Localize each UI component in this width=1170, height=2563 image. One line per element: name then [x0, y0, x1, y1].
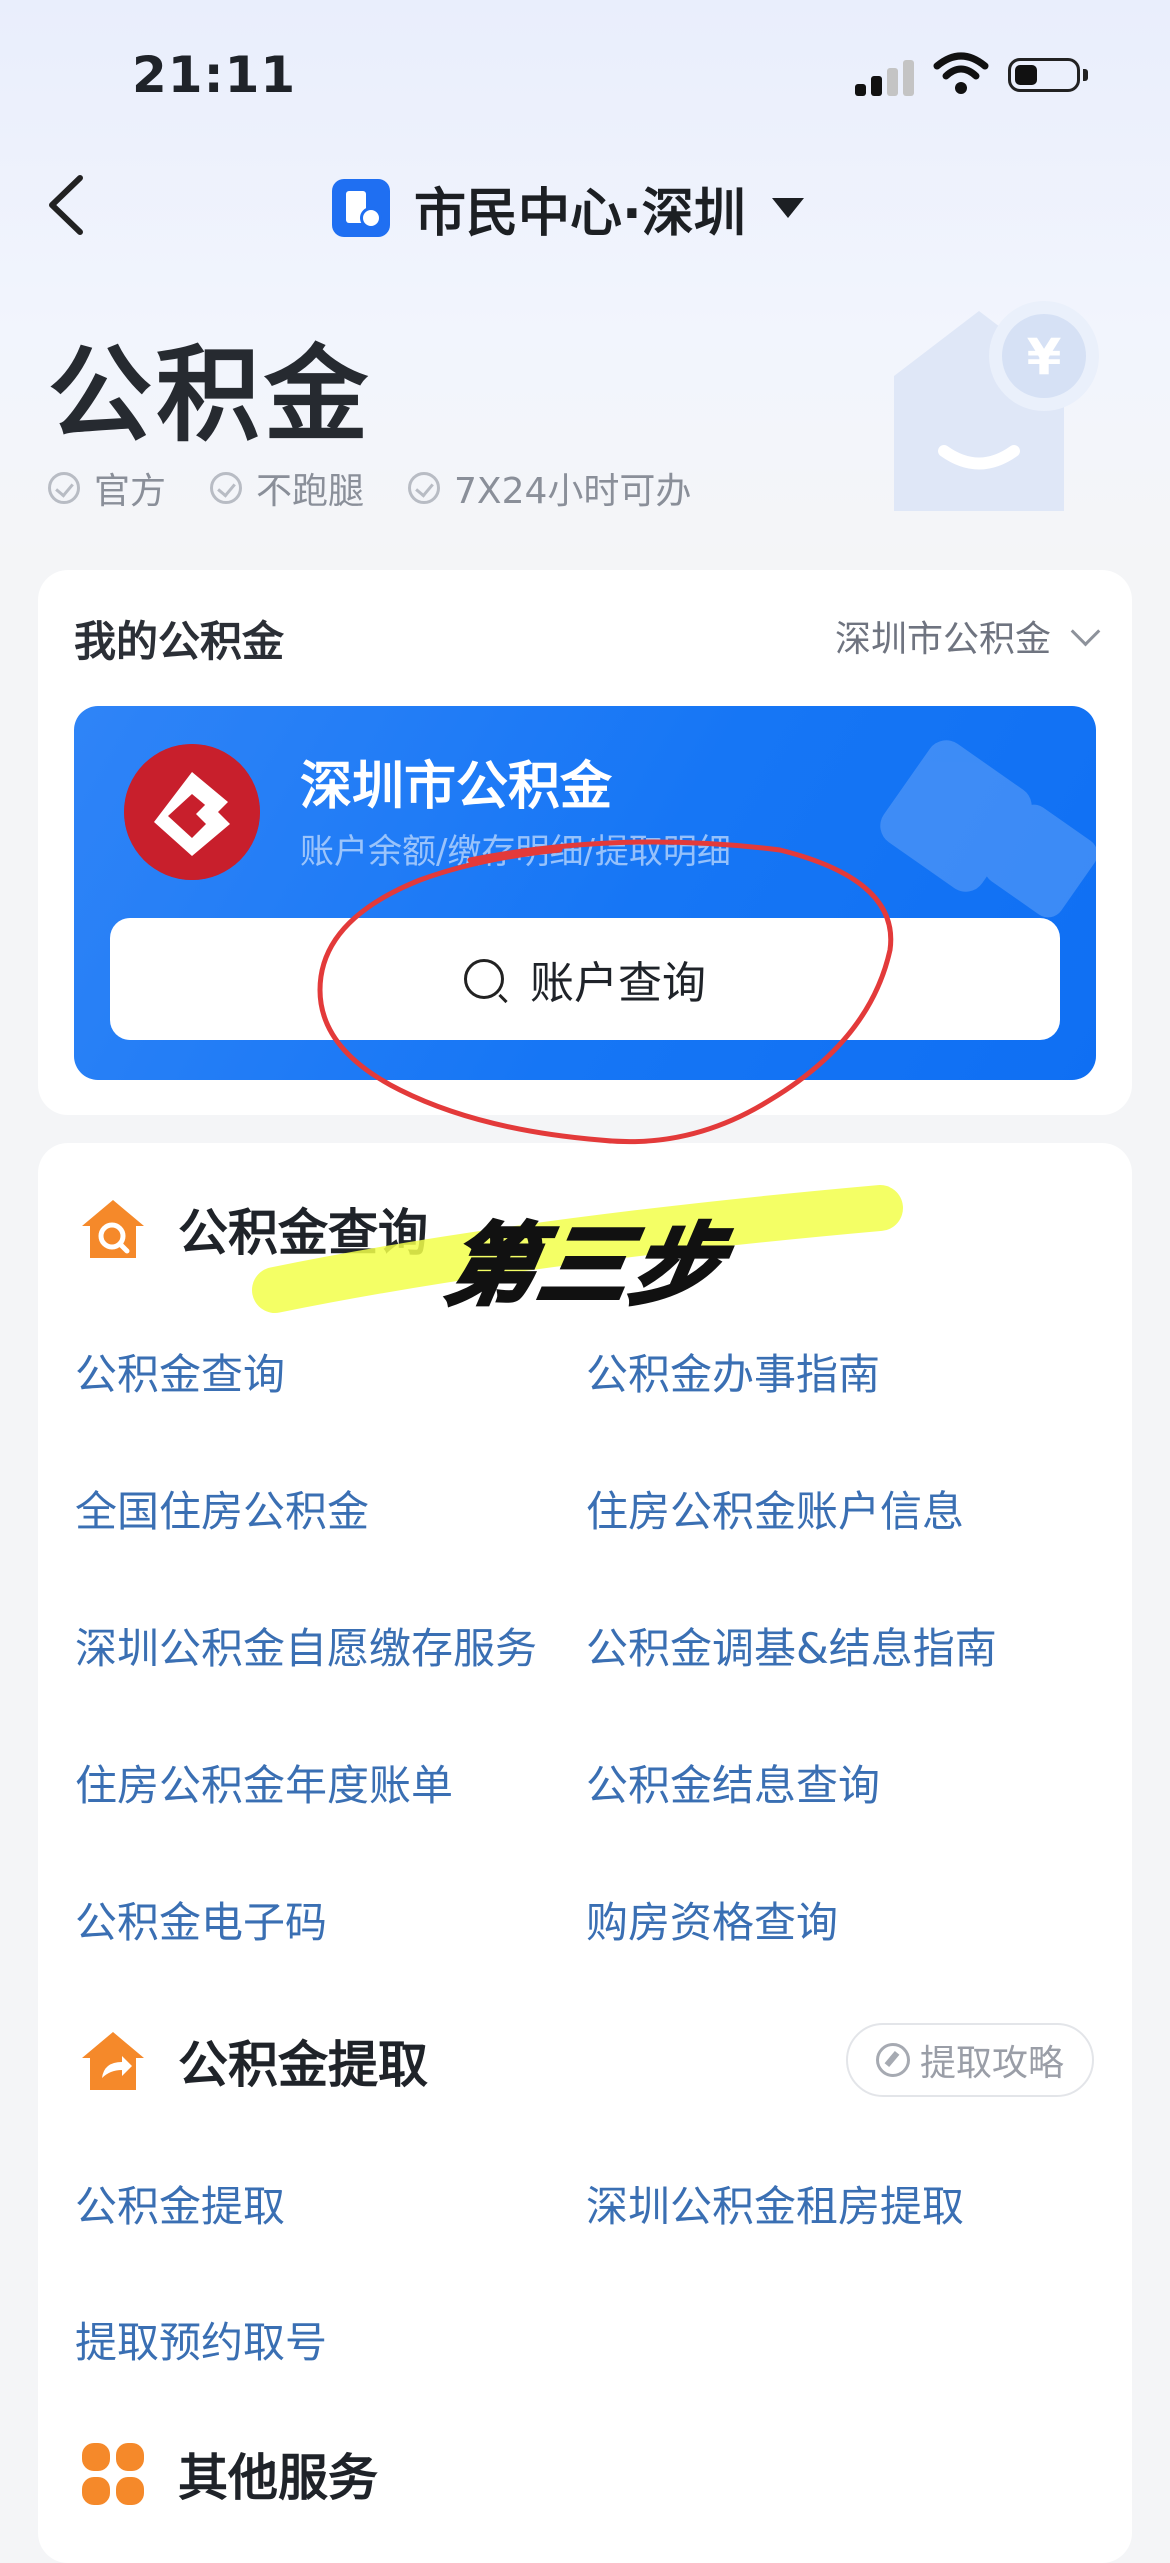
house-yuan-illustration-icon: ¥ — [894, 301, 1099, 511]
link-fund-withdraw[interactable]: 公积金提取 — [75, 2173, 285, 2234]
fund-account-banner[interactable]: 深圳市公积金 账户余额/缴存明细/提取明细 账户查询 — [74, 706, 1096, 1080]
tag-24-7: 7X24小时可办 — [408, 462, 691, 514]
link-national-fund[interactable]: 全国住房公积金 — [75, 1478, 369, 1539]
section-header-query: 公积金查询 — [78, 1193, 428, 1265]
nav-title-selector[interactable]: 市民中心·深圳 — [332, 168, 804, 248]
house-arrow-icon — [82, 2032, 144, 2090]
withdraw-strategy-label: 提取攻略 — [919, 2043, 1064, 2084]
link-purchase-eligibility[interactable]: 购房资格查询 — [586, 1889, 838, 1950]
section-title-withdraw: 公积金提取 — [178, 2036, 428, 2094]
link-voluntary-deposit[interactable]: 深圳公积金自愿缴存服务 — [75, 1615, 537, 1676]
link-withdraw-appointment[interactable]: 提取预约取号 — [75, 2309, 327, 2370]
search-icon — [464, 959, 504, 999]
section-title-query: 公积金查询 — [178, 1204, 428, 1262]
fund-account-title: 深圳市公积金 — [300, 757, 613, 817]
link-fund-guide[interactable]: 公积金办事指南 — [586, 1341, 880, 1402]
link-rent-withdraw[interactable]: 深圳公积金租房提取 — [586, 2173, 964, 2234]
battery-icon — [1008, 58, 1092, 96]
account-query-button-label: 账户查询 — [530, 958, 706, 1009]
link-e-code[interactable]: 公积金电子码 — [75, 1889, 327, 1950]
house-search-icon — [82, 1200, 144, 1258]
wifi-icon — [933, 52, 989, 94]
section-title-other: 其他服务 — [178, 2449, 378, 2507]
svg-text:¥: ¥ — [1027, 328, 1062, 386]
my-fund-card: 我的公积金 深圳市公积金 深圳市公积金 账户余额/缴存明细/提取明细 账户查询 — [38, 570, 1132, 1115]
cellular-signal-icon — [855, 58, 915, 96]
city-fund-selector[interactable]: 深圳市公积金 — [834, 610, 1101, 662]
link-account-info[interactable]: 住房公积金账户信息 — [586, 1478, 964, 1539]
section-header-withdraw: 公积金提取 — [78, 2025, 428, 2097]
link-interest-query[interactable]: 公积金结息查询 — [586, 1752, 880, 1813]
status-time: 21:11 — [132, 46, 297, 104]
fund-account-subtitle: 账户余额/缴存明细/提取明细 — [300, 832, 731, 872]
grid-services-icon — [82, 2443, 144, 2505]
nav-title: 市民中心·深圳 — [414, 183, 746, 244]
link-fund-query[interactable]: 公积金查询 — [75, 1341, 285, 1402]
citizen-center-logo-icon — [332, 179, 390, 237]
my-fund-label: 我的公积金 — [74, 617, 285, 666]
tag-official: 官方 — [48, 462, 166, 514]
check-circle-icon — [408, 472, 441, 504]
link-base-interest-guide[interactable]: 公积金调基&结息指南 — [586, 1615, 997, 1676]
page-title: 公积金 — [48, 334, 373, 456]
services-card: 公积金查询 公积金查询 公积金办事指南 全国住房公积金 住房公积金账户信息 深圳… — [38, 1143, 1132, 2563]
step-annotation-text: 第三步 — [438, 1212, 736, 1319]
service-tags: 官方 不跑腿 7X24小时可办 — [48, 462, 735, 514]
housing-fund-logo-icon — [124, 744, 260, 880]
compass-icon — [875, 2043, 910, 2077]
city-fund-selector-label: 深圳市公积金 — [834, 619, 1051, 660]
back-button[interactable] — [40, 170, 100, 240]
tag-no-trip: 不跑腿 — [210, 462, 364, 514]
caret-down-icon — [771, 198, 804, 218]
check-circle-icon — [48, 472, 80, 504]
account-query-button[interactable]: 账户查询 — [110, 918, 1060, 1040]
section-header-other: 其他服务 — [78, 2438, 378, 2510]
check-circle-icon — [210, 472, 243, 504]
withdraw-strategy-button[interactable]: 提取攻略 — [845, 2023, 1094, 2097]
link-annual-statement[interactable]: 住房公积金年度账单 — [75, 1752, 453, 1813]
chevron-down-icon — [1070, 616, 1101, 646]
